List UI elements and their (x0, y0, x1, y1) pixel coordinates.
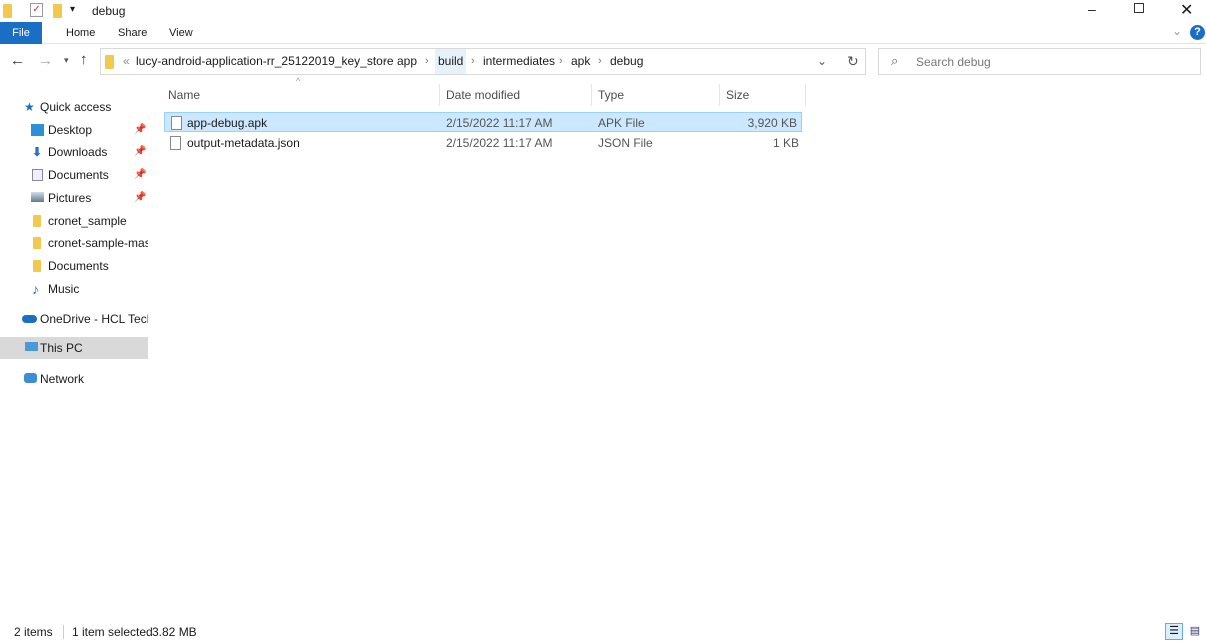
nav-onedrive[interactable]: OneDrive - HCL Techr (0, 308, 148, 330)
nav-downloads[interactable]: ⬇ Downloads 📌 (0, 141, 148, 163)
pictures-icon (31, 192, 44, 202)
pin-icon: 📌 (134, 192, 147, 203)
file-size: 1 KB (772, 136, 799, 150)
folder-icon (3, 4, 12, 18)
search-icon: ⌕ (891, 53, 899, 68)
column-type[interactable]: Type (592, 84, 720, 106)
expand-ribbon-icon[interactable]: ⌄ (1172, 24, 1182, 38)
close-button[interactable]: ✕ (1180, 0, 1193, 20)
search-box[interactable]: ⌕ Search debug (878, 48, 1201, 75)
selection-count: 1 item selected (72, 625, 153, 639)
ribbon-tabs: File Home Share View ⌄ ? (0, 22, 1206, 44)
crumb-apk[interactable]: apk (571, 49, 590, 74)
pin-icon: 📌 (134, 124, 147, 135)
crumb-intermediates[interactable]: intermediates (483, 49, 555, 74)
file-date: 2/15/2022 11:17 AM (446, 116, 553, 130)
address-dropdown-icon[interactable]: ⌄ (817, 49, 827, 74)
window-title: debug (92, 4, 126, 18)
file-size: 3,920 KB (747, 116, 797, 130)
search-input[interactable]: Search debug (916, 55, 991, 69)
large-icons-view-icon[interactable]: ▤ (1187, 623, 1203, 640)
navigation-pane: ★ Quick access Desktop 📌 ⬇ Downloads 📌 Docum… (0, 96, 148, 616)
nav-pictures[interactable]: Pictures 📌 (0, 187, 148, 209)
nav-documents[interactable]: Documents 📌 (0, 164, 148, 186)
properties-icon[interactable]: ✓ (30, 3, 43, 17)
minimize-button[interactable]: – (1088, 1, 1096, 17)
music-icon: ♪ (32, 281, 39, 297)
tab-view[interactable]: View (157, 22, 205, 44)
file-name: app-debug.apk (187, 116, 268, 130)
address-bar[interactable]: « lucy-android-application-rr_25122019_k… (100, 48, 866, 75)
computer-icon (25, 342, 38, 351)
title-bar: ✓ ▾ debug – ✕ (0, 0, 1206, 22)
forward-button[interactable]: → (38, 52, 53, 69)
crumb-build[interactable]: build (435, 49, 467, 74)
new-folder-icon[interactable] (53, 4, 62, 18)
status-bar: 2 items 1 item selected 3.82 MB ☰ ▤ (0, 622, 1206, 642)
recent-locations-button[interactable]: ▾ (64, 55, 69, 66)
nav-this-pc[interactable]: This PC (0, 337, 148, 359)
file-date: 2/15/2022 11:17 AM (446, 136, 553, 150)
nav-network[interactable]: Network (0, 368, 148, 390)
file-icon (171, 116, 182, 130)
file-type: JSON File (598, 136, 653, 150)
nav-music[interactable]: ♪ Music (0, 278, 148, 300)
selection-size: 3.82 MB (152, 625, 197, 639)
up-button[interactable]: ↑ (80, 51, 88, 68)
nav-desktop[interactable]: Desktop 📌 (0, 119, 148, 141)
nav-cronet-sample[interactable]: cronet_sample (0, 210, 148, 232)
star-icon: ★ (24, 100, 35, 114)
refresh-button[interactable]: ↻ (847, 49, 859, 74)
folder-icon (33, 237, 41, 249)
back-button[interactable]: ← (10, 52, 25, 69)
nav-cronet-sample-master[interactable]: cronet-sample-mast (0, 232, 148, 254)
folder-icon (33, 260, 41, 272)
pin-icon: 📌 (134, 146, 147, 157)
help-icon[interactable]: ? (1190, 25, 1205, 40)
nav-quick-access[interactable]: ★ Quick access (0, 96, 148, 118)
folder-icon (105, 55, 114, 69)
crumb-debug[interactable]: debug (610, 49, 643, 74)
details-view-icon[interactable]: ☰ (1165, 623, 1183, 640)
crumb-app[interactable]: app (397, 49, 417, 74)
file-type: APK File (598, 116, 645, 130)
tab-home[interactable]: Home (54, 22, 107, 44)
download-icon: ⬇ (32, 145, 43, 159)
file-row[interactable]: output-metadata.json 2/15/2022 11:17 AM … (164, 133, 802, 153)
network-icon (24, 373, 37, 383)
folder-icon (33, 215, 41, 227)
nav-documents-folder[interactable]: Documents (0, 255, 148, 277)
tab-file[interactable]: File (0, 22, 42, 44)
desktop-icon (31, 124, 44, 136)
column-size[interactable]: Size (720, 84, 806, 106)
tab-share[interactable]: Share (106, 22, 159, 44)
column-date-modified[interactable]: Date modified (440, 84, 592, 106)
file-icon (170, 136, 181, 150)
documents-icon (32, 169, 43, 181)
customize-toolbar-icon[interactable]: ▾ (70, 4, 75, 15)
file-name: output-metadata.json (187, 136, 300, 150)
overflow-crumb[interactable]: « (123, 49, 130, 74)
crumb-project[interactable]: lucy-android-application-rr_25122019_key… (136, 49, 394, 74)
item-count: 2 items (14, 625, 53, 639)
restore-button[interactable] (1134, 3, 1144, 13)
column-name[interactable]: Name (162, 84, 440, 106)
cloud-icon (22, 315, 37, 323)
pin-icon: 📌 (134, 169, 147, 180)
file-row[interactable]: app-debug.apk 2/15/2022 11:17 AM APK Fil… (164, 112, 802, 132)
